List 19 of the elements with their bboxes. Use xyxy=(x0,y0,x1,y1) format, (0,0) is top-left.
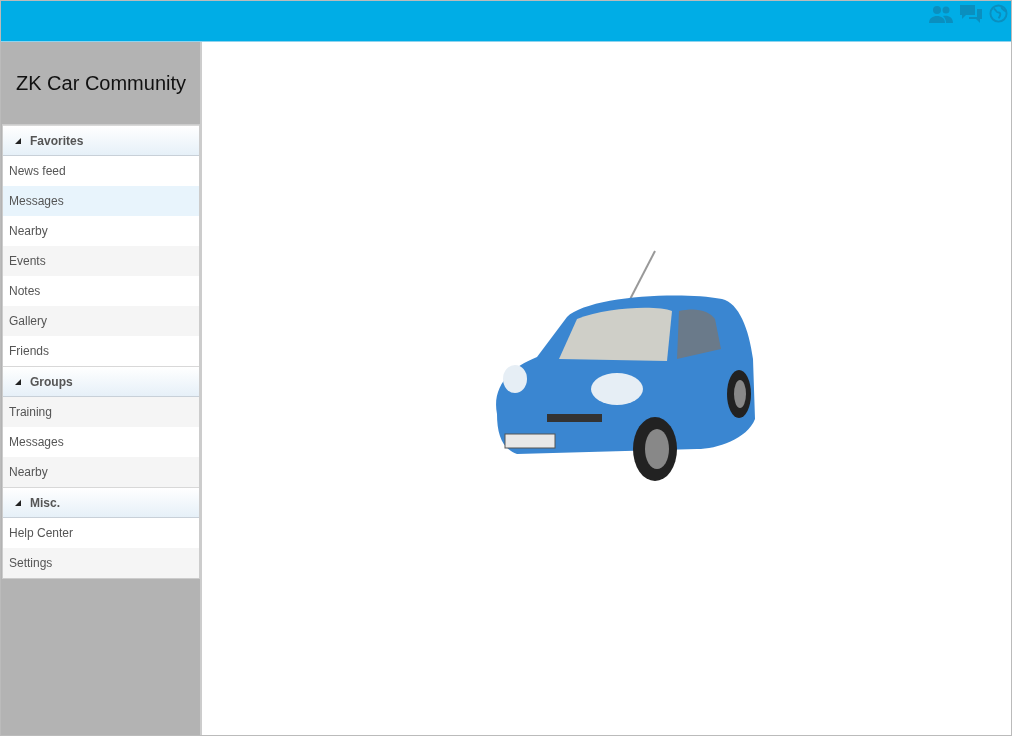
menu-item[interactable]: Training xyxy=(3,397,199,427)
people-icon[interactable] xyxy=(929,4,953,24)
group-header[interactable]: Misc. xyxy=(3,487,199,518)
group-header[interactable]: Groups xyxy=(3,366,199,397)
globe-icon[interactable] xyxy=(989,4,1008,23)
triangle-icon xyxy=(15,378,21,385)
app-title: ZK Car Community xyxy=(15,70,187,96)
menu-item[interactable]: Messages xyxy=(3,186,199,216)
group-label: Misc. xyxy=(30,495,60,510)
menu-item[interactable]: Settings xyxy=(3,548,199,578)
menu-item[interactable]: Events xyxy=(3,246,199,276)
menu-item[interactable]: Nearby xyxy=(3,457,199,487)
triangle-icon xyxy=(15,137,21,144)
triangle-icon xyxy=(15,499,21,506)
menu-item[interactable]: Gallery xyxy=(3,306,199,336)
chat-icon[interactable] xyxy=(959,4,983,24)
group-label: Groups xyxy=(30,374,73,389)
group-label: Favorites xyxy=(30,133,84,148)
group-header[interactable]: Favorites xyxy=(3,125,199,156)
